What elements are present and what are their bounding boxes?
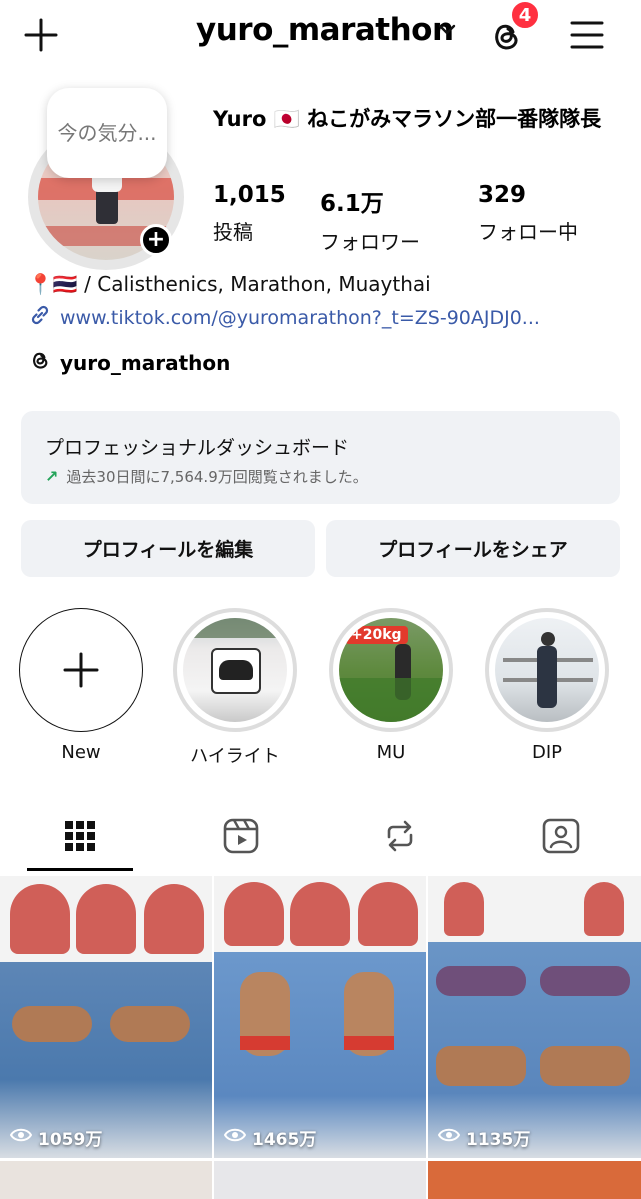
plus-icon <box>19 608 143 732</box>
view-count-text: 1059万 <box>38 1130 103 1150</box>
stat-posts-value: 1,015 <box>213 182 286 208</box>
highlight-overlay-text: +20kg <box>345 626 408 644</box>
repost-icon <box>381 817 419 859</box>
post-thumbnail[interactable]: 1465万 <box>214 876 426 1158</box>
post-thumbnail[interactable] <box>0 1161 212 1199</box>
highlight-item[interactable]: +20kg MU <box>328 608 454 763</box>
post-thumbnail[interactable]: 1135万 <box>428 876 641 1158</box>
dashboard-subtitle-row: ↗ 過去30日間に7,564.9万回閲覧されました。 <box>45 466 368 487</box>
post-thumbnail[interactable]: 1059万 <box>0 876 212 1158</box>
tab-grid[interactable] <box>27 805 133 871</box>
eye-icon <box>9 1127 33 1148</box>
highlight-label: ハイライト <box>190 746 280 767</box>
threads-small-icon <box>28 348 52 377</box>
grid-icon <box>63 819 97 857</box>
chevron-down-icon[interactable] <box>437 22 457 41</box>
tab-tagged[interactable] <box>508 805 614 871</box>
profile-username-switcher[interactable]: yuro_marathon <box>196 12 454 48</box>
view-count: 1135万 <box>437 1125 531 1150</box>
stat-following-value: 329 <box>478 182 527 208</box>
threads-profile-link[interactable]: yuro_marathon <box>28 348 230 377</box>
tagged-person-icon <box>541 817 581 859</box>
share-profile-button[interactable]: プロフィールをシェア <box>326 520 620 577</box>
profile-tabs <box>0 805 641 873</box>
trend-up-icon: ↗ <box>45 467 59 486</box>
edit-profile-button[interactable]: プロフィールを編集 <box>21 520 315 577</box>
stat-followers[interactable]: 6.1万 フォロワー <box>320 184 420 255</box>
highlight-item[interactable]: ハイライト <box>172 608 298 768</box>
menu-icon[interactable] <box>566 14 608 56</box>
view-count: 1059万 <box>9 1125 103 1150</box>
highlight-label: DIP <box>531 742 563 763</box>
note-bubble[interactable]: 今の気分... <box>47 88 167 178</box>
stat-followers-value: 6.1万 <box>320 191 384 217</box>
dashboard-title: プロフェッショナルダッシュボード <box>45 437 350 459</box>
add-story-icon[interactable]: + <box>140 224 172 256</box>
active-tab-indicator <box>27 868 133 871</box>
highlight-label: New <box>61 742 101 763</box>
eye-icon <box>223 1127 247 1148</box>
bio-text: 📍🇹🇭 / Calisthenics, Marathon, Muaythai <box>28 272 431 296</box>
highlight-item[interactable]: DIP <box>484 608 610 763</box>
dashboard-subtitle: 過去30日間に7,564.9万回閲覧されました。 <box>66 468 368 486</box>
stat-posts[interactable]: 1,015 投稿 <box>213 182 286 245</box>
highlight-label: MU <box>376 742 406 763</box>
eye-icon <box>437 1127 461 1148</box>
post-thumbnail[interactable] <box>428 1161 641 1199</box>
reels-icon <box>222 817 260 859</box>
stat-following[interactable]: 329 フォロー中 <box>478 182 578 245</box>
view-count-text: 1465万 <box>252 1130 317 1150</box>
professional-dashboard[interactable]: プロフェッショナルダッシュボード ↗ 過去30日間に7,564.9万回閲覧されま… <box>21 411 620 504</box>
view-count-text: 1135万 <box>466 1130 531 1150</box>
threads-handle-text: yuro_marathon <box>60 350 231 375</box>
highlight-cover <box>485 608 609 732</box>
tab-reels[interactable] <box>188 805 294 871</box>
add-icon[interactable] <box>20 14 62 56</box>
stat-following-label: フォロー中 <box>478 220 578 244</box>
profile-link[interactable]: www.tiktok.com/@yuromarathon?_t=ZS-90AJD… <box>28 303 540 332</box>
top-bar: yuro_marathon 4 <box>0 0 641 70</box>
highlight-new[interactable]: New <box>18 608 144 763</box>
tab-reposts[interactable] <box>347 805 453 871</box>
notification-badge: 4 <box>510 0 540 30</box>
post-thumbnail[interactable] <box>214 1161 426 1199</box>
stat-followers-label: フォロワー <box>320 230 420 254</box>
profile-link-text: www.tiktok.com/@yuromarathon?_t=ZS-90AJD… <box>60 306 540 329</box>
highlight-cover <box>173 608 297 732</box>
view-count: 1465万 <box>223 1125 317 1150</box>
display-name: Yuro 🇯🇵 ねこがみマラソン部一番隊隊長 <box>213 107 602 131</box>
highlight-cover: +20kg <box>329 608 453 732</box>
link-icon <box>28 303 52 332</box>
stat-posts-label: 投稿 <box>213 220 253 244</box>
